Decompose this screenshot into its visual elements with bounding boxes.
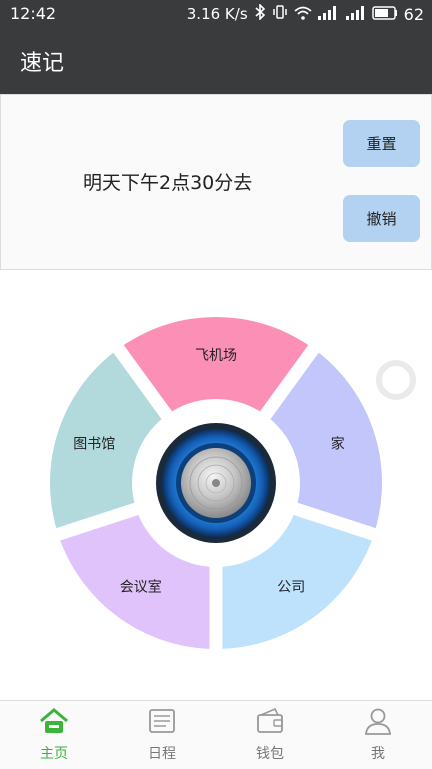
profile-icon (363, 707, 393, 739)
segment-library-label: 图书馆 (73, 436, 115, 452)
tab-home-label: 主页 (40, 746, 68, 762)
segment-home[interactable] (270, 352, 382, 529)
tab-home[interactable]: 主页 (0, 701, 108, 769)
segment-meeting-room-label: 会议室 (120, 579, 162, 596)
center-knob[interactable] (156, 423, 276, 543)
segment-company-label: 公司 (277, 580, 305, 596)
tab-schedule[interactable]: 日程 (108, 701, 216, 769)
tab-wallet[interactable]: 钱包 (216, 701, 324, 769)
loading-ring-icon (376, 360, 416, 400)
segment-airport-label: 飞机场 (195, 348, 237, 364)
bottom-tab-bar: 主页 日程 钱包 我 (0, 700, 432, 769)
tab-profile[interactable]: 我 (324, 701, 432, 769)
destination-wheel: 飞机场家公司 会议室 图书馆 (50, 316, 416, 649)
tab-wallet-label: 钱包 (256, 746, 284, 762)
home-icon (39, 707, 69, 739)
wallet-icon (255, 707, 285, 739)
segment-airport[interactable] (123, 316, 309, 412)
segment-home-label: 家 (331, 435, 345, 452)
tab-schedule-label: 日程 (148, 746, 176, 762)
schedule-icon (147, 707, 177, 739)
tab-profile-label: 我 (371, 746, 385, 762)
